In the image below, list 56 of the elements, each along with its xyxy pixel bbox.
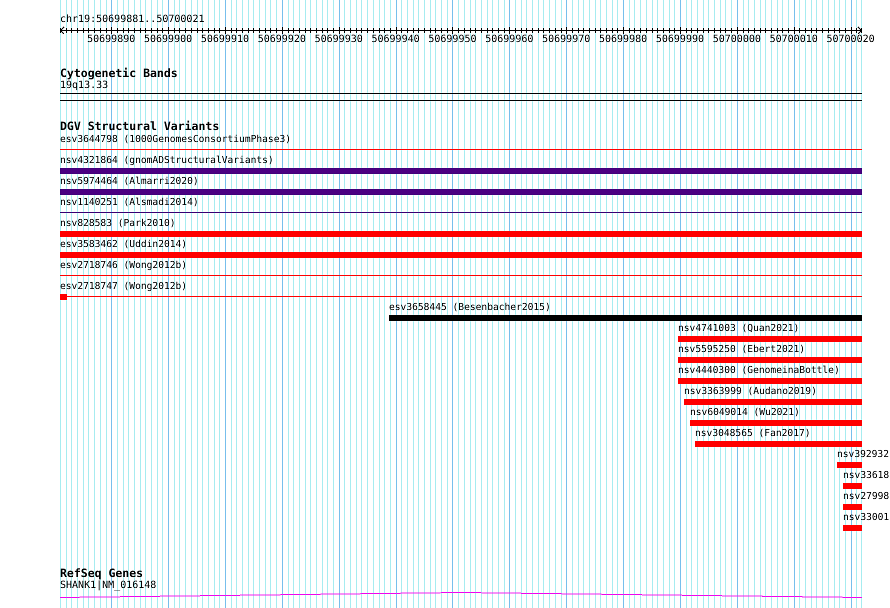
- tick-label: 50699960: [485, 34, 534, 46]
- tick-label: 50699970: [542, 34, 590, 46]
- feature-label: nsv4440300 (GenomeinaBottle): [678, 365, 840, 377]
- tick-label: 50699940: [371, 34, 420, 46]
- feature-label: nsv3048565 (Fan2017): [695, 428, 811, 440]
- feature-label: nsv1140251 (Alsmadi2014): [60, 197, 199, 209]
- feature-bar[interactable]: [843, 483, 862, 489]
- tick-label: 50700010: [770, 34, 818, 46]
- feature-bar[interactable]: [843, 504, 862, 510]
- tick-label: 50699920: [258, 34, 306, 46]
- feature-label: nsv3363999 (Audano2019): [684, 386, 817, 398]
- track-title: RefSeq Genes: [60, 567, 144, 580]
- feature-label: esv3644798 (1000GenomesConsortiumPhase3): [60, 134, 292, 146]
- feature-label: nsv4321864 (gnomADStructuralVariants): [60, 155, 274, 167]
- feature-label: nsv27998: [843, 491, 890, 503]
- feature-bar[interactable]: [678, 378, 862, 384]
- tick-label: 50699910: [200, 34, 250, 46]
- feature-label: esv3658445 (Besenbacher2015): [389, 302, 551, 314]
- feature-label: esv2718746 (Wong2012b): [60, 260, 188, 272]
- feature-label: nsv6049014 (Wu2021): [690, 407, 800, 419]
- feature-label: nsv33618: [843, 470, 890, 482]
- tick-label: 50700020: [826, 34, 875, 46]
- feature-label: nsv5974464 (Almarri2020): [60, 176, 199, 188]
- tick-label: 50699900: [144, 34, 192, 46]
- tick-label: 50699990: [656, 34, 704, 46]
- feature-bar[interactable]: [60, 252, 862, 258]
- feature-bar[interactable]: [60, 231, 862, 237]
- location-label: chr19:50699881..50700021: [60, 14, 204, 26]
- feature-bar[interactable]: [837, 462, 862, 468]
- feature-bar[interactable]: [695, 441, 862, 447]
- feature-bar[interactable]: [60, 189, 862, 195]
- feature-bar[interactable]: [684, 399, 862, 405]
- feature-bar[interactable]: [678, 336, 862, 342]
- tick-label: 50699950: [428, 34, 477, 46]
- feature-bar[interactable]: [843, 525, 862, 531]
- tick-label: 50699980: [598, 34, 648, 46]
- feature-line[interactable]: [60, 294, 862, 300]
- feature-label: nsv5595250 (Ebert2021): [678, 344, 806, 356]
- feature-bar[interactable]: [678, 357, 862, 363]
- gene-line[interactable]: [60, 592, 862, 598]
- track-title: DGV Structural Variants: [60, 120, 220, 133]
- band-label: 19q13.33: [60, 80, 108, 92]
- feature-label: esv3583462 (Uddin2014): [60, 239, 188, 251]
- gene-label: SHANK1|NM_016148: [60, 580, 156, 592]
- feature-bar[interactable]: [690, 420, 862, 426]
- tick-label: 50699930: [314, 34, 363, 46]
- tick-label: 50699890: [87, 34, 136, 46]
- track-title: Cytogenetic Bands: [60, 67, 178, 80]
- tick-label: 50700000: [712, 34, 761, 46]
- feature-label: nsv33001: [843, 512, 890, 524]
- feature-label: nsv828583 (Park2010): [60, 218, 176, 230]
- feature-bar[interactable]: [60, 168, 862, 174]
- feature-label: esv2718747 (Wong2012b): [60, 281, 188, 293]
- feature-label: nsv392932: [837, 449, 889, 461]
- feature-label: nsv4741003 (Quan2021): [678, 323, 800, 335]
- feature-bar[interactable]: [389, 315, 862, 321]
